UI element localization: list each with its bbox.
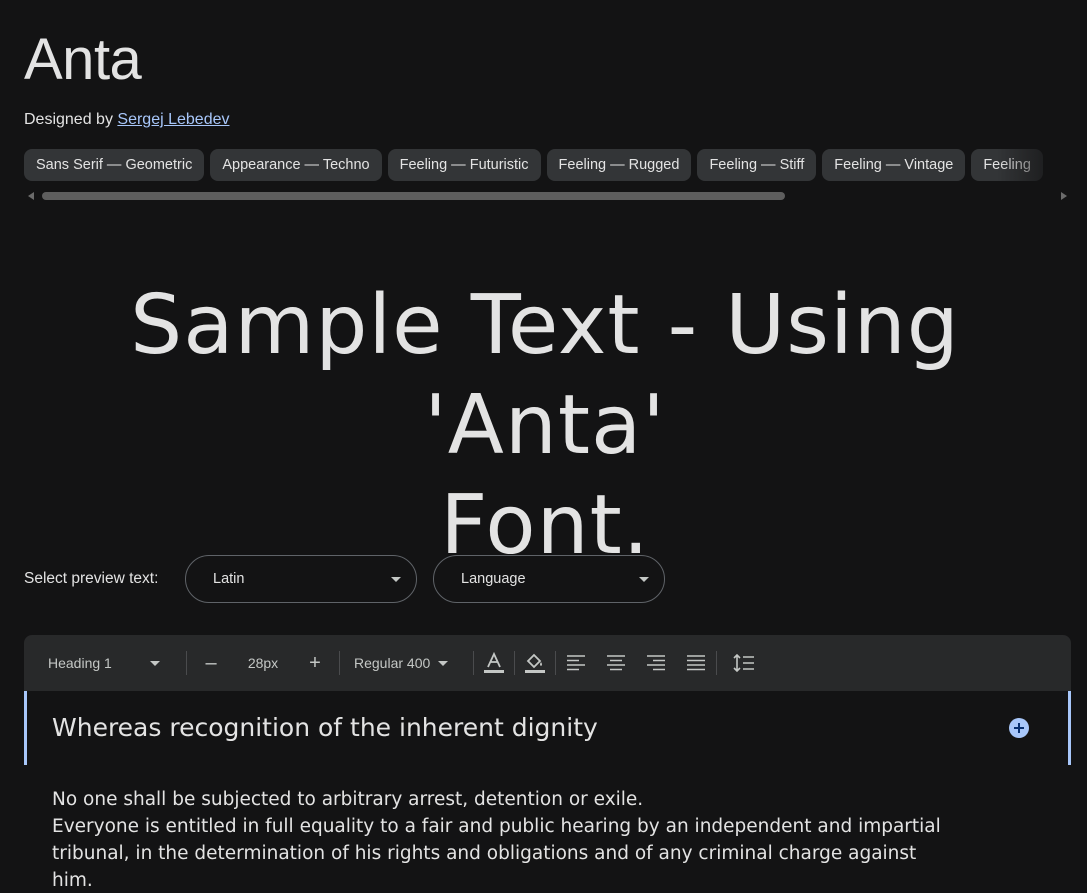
editor-heading-text[interactable]: Whereas recognition of the inherent dign… <box>52 713 598 742</box>
fill-bucket-icon <box>525 653 545 673</box>
line-height-button[interactable] <box>730 635 758 691</box>
font-detail-page: Anta Designed by Sergej Lebedev Sans Ser… <box>0 0 1087 893</box>
increase-size-button[interactable]: + <box>302 635 328 691</box>
align-justify-icon <box>687 655 705 671</box>
tag-chip[interactable]: Sans Serif — Geometric <box>24 149 205 181</box>
language-select-value: Language <box>461 571 526 587</box>
text-style-dropdown[interactable]: Heading 1 <box>48 635 164 691</box>
align-justify-button[interactable] <box>682 635 710 691</box>
tag-chip[interactable]: Feeling — Stiff <box>697 149 817 181</box>
chevron-down-icon <box>391 577 401 582</box>
chevron-down-icon <box>438 660 449 666</box>
language-select[interactable]: Language <box>433 555 665 603</box>
editor-paragraph[interactable]: No one shall be subjected to arbitrary a… <box>52 786 952 813</box>
font-size-value[interactable]: 28px <box>238 635 288 691</box>
designer-link[interactable]: Sergej Lebedev <box>117 111 229 128</box>
editor-paragraph[interactable]: Everyone is entitled in full equality to… <box>52 813 952 893</box>
font-title: Anta <box>24 27 142 92</box>
highlight-color-button[interactable] <box>522 635 548 691</box>
font-weight-value: Regular 400 <box>354 655 431 671</box>
script-select[interactable]: Latin <box>185 555 417 603</box>
text-color-button[interactable] <box>481 635 507 691</box>
decrease-size-button[interactable]: – <box>198 635 224 691</box>
sample-text: Sample Text - Using 'Anta' Font. <box>30 276 1060 576</box>
align-left-icon <box>567 655 585 671</box>
scrollbar-thumb[interactable] <box>42 192 785 200</box>
designer-line: Designed by Sergej Lebedev <box>24 111 230 129</box>
editor-heading-block[interactable]: Whereas recognition of the inherent dign… <box>24 691 1071 765</box>
text-style-value: Heading 1 <box>48 655 112 671</box>
toolbar-divider <box>186 651 187 675</box>
script-select-value: Latin <box>213 571 245 587</box>
toolbar-divider <box>555 651 556 675</box>
align-left-button[interactable] <box>562 635 590 691</box>
align-right-icon <box>647 655 665 671</box>
tags-scrollbar[interactable] <box>24 190 1071 202</box>
tag-list: Sans Serif — Geometric Appearance — Techn… <box>24 149 1087 181</box>
font-weight-dropdown[interactable]: Regular 400 <box>354 635 464 691</box>
tag-chip[interactable]: Feeling — Futuristic <box>387 149 541 181</box>
scroll-right-arrow-icon[interactable] <box>1061 192 1067 200</box>
chevron-down-icon <box>149 660 160 666</box>
align-center-icon <box>607 655 625 671</box>
align-right-button[interactable] <box>642 635 670 691</box>
editor-toolbar: Heading 1 – 28px + Regular 400 <box>24 635 1071 691</box>
toolbar-divider <box>473 651 474 675</box>
toolbar-divider <box>716 651 717 675</box>
line-height-icon <box>733 654 754 672</box>
sample-text-line-1: Sample Text - Using 'Anta' <box>130 278 960 473</box>
tags-fade-overlay <box>997 149 1087 181</box>
text-color-icon <box>484 651 504 673</box>
editor-body[interactable]: No one shall be subjected to arbitrary a… <box>52 786 952 893</box>
scroll-left-arrow-icon[interactable] <box>28 192 34 200</box>
toolbar-divider <box>339 651 340 675</box>
tag-chip[interactable]: Appearance — Techno <box>210 149 382 181</box>
tag-chip[interactable]: Feeling — Rugged <box>546 149 692 181</box>
align-center-button[interactable] <box>602 635 630 691</box>
designed-by-label: Designed by <box>24 111 113 128</box>
add-block-icon[interactable] <box>1009 718 1029 738</box>
tag-chip[interactable]: Feeling — Vintage <box>822 149 966 181</box>
toolbar-divider <box>514 651 515 675</box>
chevron-down-icon <box>639 577 649 582</box>
preview-text-label: Select preview text: <box>24 570 159 587</box>
